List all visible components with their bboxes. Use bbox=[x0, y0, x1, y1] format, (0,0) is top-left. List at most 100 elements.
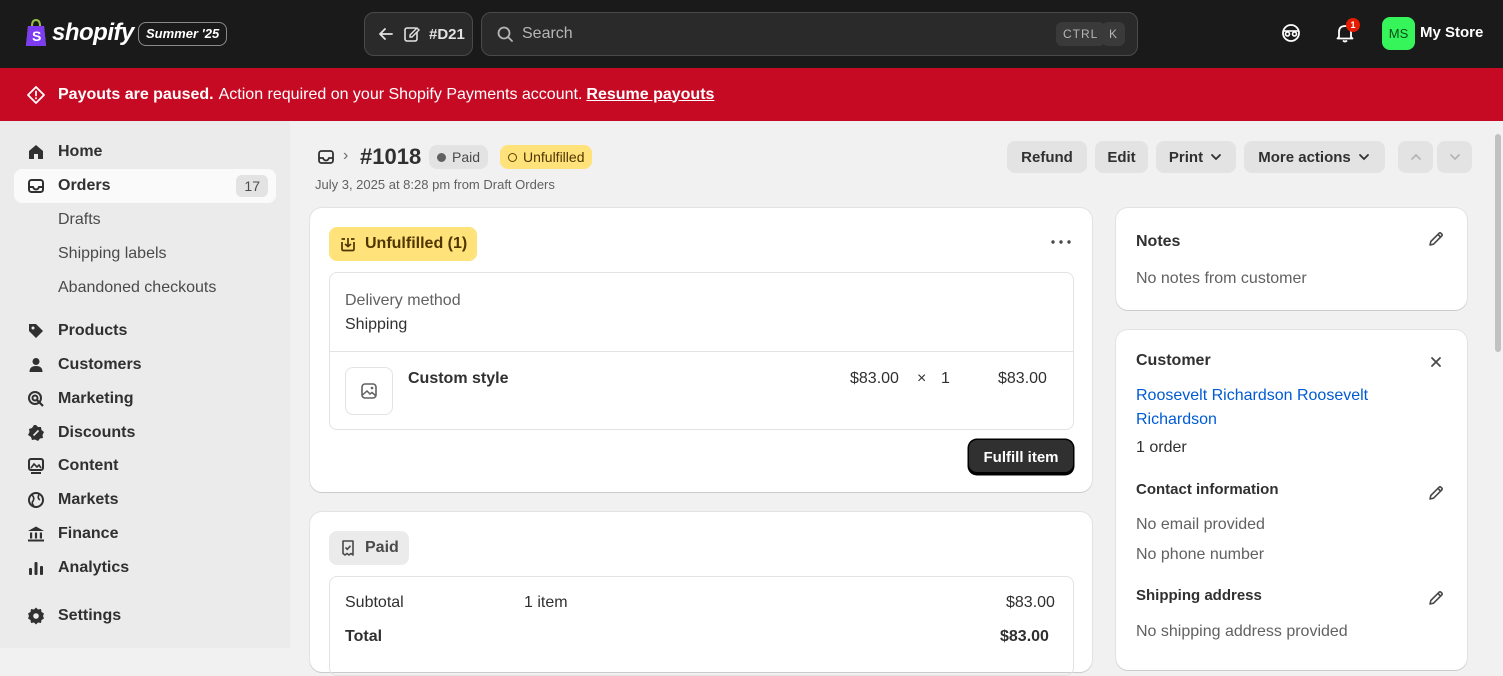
pencil-icon[interactable] bbox=[1426, 588, 1446, 608]
fulfillment-status-badge: Unfulfilled bbox=[500, 145, 593, 169]
print-label: Print bbox=[1168, 148, 1204, 166]
payment-status-label: Paid bbox=[452, 149, 481, 165]
sidebar-label-home: Home bbox=[58, 143, 103, 160]
sidebar-item-marketing[interactable]: Marketing bbox=[14, 382, 276, 416]
refund-button[interactable]: Refund bbox=[1007, 141, 1087, 173]
paid-dot-icon bbox=[437, 152, 446, 162]
alert-diamond-icon bbox=[27, 85, 45, 104]
sidebar-item-drafts[interactable]: Drafts bbox=[58, 211, 101, 229]
close-icon[interactable] bbox=[1428, 354, 1444, 370]
scrollbar-thumb[interactable] bbox=[1495, 134, 1501, 352]
sidebar-item-shipping-labels[interactable]: Shipping labels bbox=[58, 245, 167, 263]
more-actions-label: More actions bbox=[1258, 148, 1351, 166]
print-button[interactable]: Print bbox=[1156, 141, 1236, 173]
bank-icon bbox=[28, 526, 44, 542]
customer-email: No email provided bbox=[1136, 516, 1265, 533]
sidebar-label-products: Products bbox=[58, 322, 128, 339]
shipping-address-title: Shipping address bbox=[1136, 587, 1262, 604]
pencil-icon[interactable] bbox=[1426, 483, 1446, 503]
pencil-icon[interactable] bbox=[1426, 229, 1446, 249]
order-date-source: July 3, 2025 at 8:28 pm from Draft Order… bbox=[315, 177, 555, 192]
back-label: #D21 bbox=[429, 25, 465, 43]
orders-breadcrumb-icon[interactable] bbox=[316, 147, 336, 167]
sidebar-label-content: Content bbox=[58, 457, 119, 474]
total-label: Total bbox=[345, 628, 383, 645]
back-to-draft-button[interactable]: #D21 bbox=[364, 12, 473, 56]
subtotal-value: $83.00 bbox=[1006, 594, 1055, 611]
chevron-down-icon bbox=[1449, 154, 1460, 161]
sidebar-label-marketing: Marketing bbox=[58, 390, 134, 407]
divider bbox=[330, 351, 1073, 352]
shopify-bag-icon: S bbox=[26, 18, 46, 46]
sidebar-label-markets: Markets bbox=[58, 491, 119, 508]
more-horizontal-icon[interactable] bbox=[1050, 236, 1072, 248]
unfulfilled-chip: Unfulfilled (1) bbox=[329, 227, 478, 261]
store-avatar[interactable]: MS bbox=[1382, 17, 1415, 50]
chevron-down-icon bbox=[1358, 154, 1369, 161]
shortcut-ctrl-key: CTRL bbox=[1056, 22, 1106, 46]
resume-payouts-link[interactable]: Resume payouts bbox=[586, 86, 714, 104]
next-order-button[interactable] bbox=[1437, 141, 1472, 173]
sidebar-label-finance: Finance bbox=[58, 525, 119, 542]
customer-phone: No phone number bbox=[1136, 546, 1265, 563]
sidebar-item-customers[interactable]: Customers bbox=[14, 348, 276, 382]
incognito-icon[interactable] bbox=[1280, 22, 1302, 44]
sidebar-item-orders[interactable]: Orders 17 bbox=[14, 169, 276, 203]
page-title: #1018 bbox=[360, 144, 422, 169]
breadcrumb-chevron-icon: › bbox=[343, 147, 349, 164]
customer-name-link-continued[interactable]: Richardson bbox=[1136, 411, 1217, 429]
customer-card: Customer Roosevelt Richardson Roosevelt … bbox=[1116, 330, 1467, 670]
delivery-method-label: Delivery method bbox=[345, 292, 461, 309]
fulfillment-status-label: Unfulfilled bbox=[523, 149, 585, 165]
sidebar-item-content[interactable]: Content bbox=[14, 449, 276, 483]
product-thumbnail[interactable] bbox=[345, 367, 393, 415]
delivery-method-value: Shipping bbox=[345, 316, 408, 333]
bar-chart-icon bbox=[29, 562, 43, 575]
sidebar-item-discounts[interactable]: Discounts bbox=[14, 416, 276, 450]
line-item-name[interactable]: Custom style bbox=[408, 370, 508, 388]
inbox-icon bbox=[28, 179, 44, 193]
sidebar-item-finance[interactable]: Finance bbox=[14, 517, 276, 551]
content-icon bbox=[28, 458, 44, 474]
previous-order-button[interactable] bbox=[1398, 141, 1433, 173]
line-item-quantity: 1 bbox=[941, 370, 950, 387]
svg-text:S: S bbox=[32, 28, 41, 44]
top-bar: S shopify Summer '25 #D21 Search CTRL K … bbox=[0, 0, 1503, 68]
customer-title: Customer bbox=[1136, 352, 1211, 369]
store-name[interactable]: My Store bbox=[1420, 24, 1483, 41]
customer-order-count: 1 order bbox=[1136, 439, 1187, 456]
sidebar-item-products[interactable]: Products bbox=[14, 314, 276, 348]
sidebar-item-markets[interactable]: Markets bbox=[14, 483, 276, 517]
paid-chip: Paid bbox=[329, 531, 409, 565]
orders-count-badge: 17 bbox=[236, 175, 268, 197]
chevron-up-icon bbox=[1410, 153, 1421, 160]
sidebar-label-customers: Customers bbox=[58, 356, 142, 373]
chevron-down-icon bbox=[1211, 154, 1221, 161]
sidebar-label-analytics: Analytics bbox=[58, 559, 130, 576]
banner-title: Payouts are paused. bbox=[58, 85, 214, 103]
sidebar-item-settings[interactable]: Settings bbox=[14, 599, 276, 633]
sidebar-item-abandoned-checkouts[interactable]: Abandoned checkouts bbox=[58, 279, 216, 297]
draft-order-icon bbox=[404, 27, 420, 42]
edition-badge[interactable]: Summer '25 bbox=[138, 22, 228, 46]
banner-message: Action required on your Shopify Payments… bbox=[218, 85, 583, 103]
shortcut-k-key: K bbox=[1102, 22, 1126, 46]
notes-card: Notes No notes from customer bbox=[1116, 208, 1467, 310]
fulfill-item-button[interactable]: Fulfill item bbox=[969, 440, 1073, 474]
home-icon bbox=[29, 145, 43, 159]
fulfillment-details-box: Delivery method Shipping Custom style $8… bbox=[329, 272, 1074, 430]
search-placeholder: Search bbox=[522, 25, 573, 42]
arrow-left-icon bbox=[379, 28, 393, 40]
payment-card: Paid Subtotal 1 item $83.00 Total $83.00 bbox=[310, 512, 1092, 676]
total-value: $83.00 bbox=[1000, 628, 1049, 645]
sidebar-item-home[interactable]: Home bbox=[14, 135, 276, 169]
search-input[interactable]: Search CTRL K bbox=[481, 12, 1138, 56]
shopify-logo[interactable]: S shopify bbox=[24, 18, 134, 48]
line-item-times: × bbox=[917, 370, 927, 387]
edit-button[interactable]: Edit bbox=[1095, 141, 1148, 173]
notification-count-badge: 1 bbox=[1346, 18, 1360, 32]
sidebar-item-analytics[interactable]: Analytics bbox=[14, 551, 276, 585]
customer-name-link[interactable]: Roosevelt Richardson Roosevelt bbox=[1136, 387, 1368, 405]
line-item-total: $83.00 bbox=[998, 370, 1047, 387]
more-actions-button[interactable]: More actions bbox=[1244, 141, 1385, 173]
